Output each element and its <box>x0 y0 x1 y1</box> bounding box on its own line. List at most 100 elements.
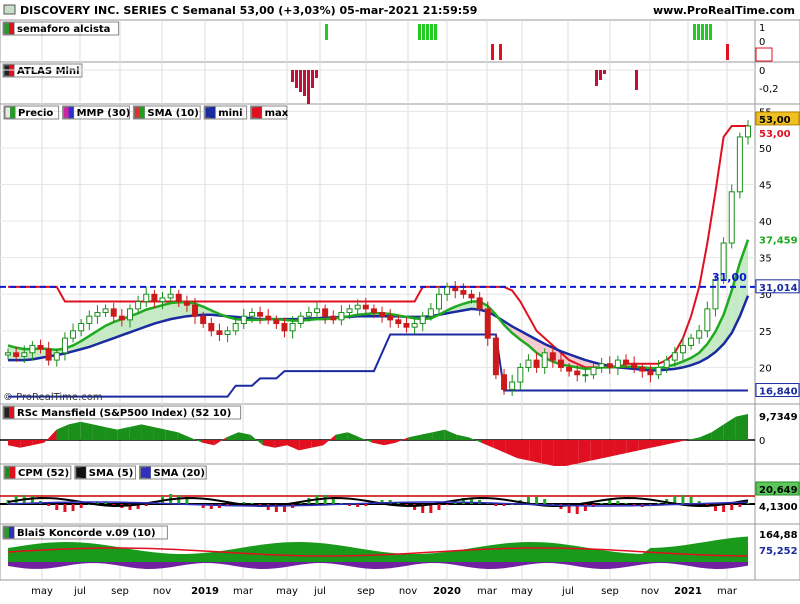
candle <box>354 304 361 310</box>
candle <box>427 308 434 317</box>
candle <box>240 315 247 325</box>
candle <box>476 297 483 310</box>
candle <box>484 308 491 339</box>
candle <box>110 308 117 317</box>
cpm-bar <box>63 504 67 512</box>
semaforo-bar-up <box>709 24 712 40</box>
atlas-bar <box>599 70 602 80</box>
candle <box>606 363 613 368</box>
x-tick-label: mar <box>233 586 254 597</box>
legend-rsc-swatch2 <box>9 407 14 418</box>
candle <box>248 312 255 317</box>
atlas-bar <box>291 70 294 82</box>
cpm-bar <box>494 504 498 506</box>
legend-price-4-swatch2 <box>256 107 262 118</box>
candle <box>45 348 52 361</box>
legend-koncorde-swatch2 <box>9 527 14 538</box>
semaforo-bar-up <box>693 24 696 40</box>
legend-price-0-swatch2 <box>10 107 15 118</box>
legend-cpm-2-label: SMA (20) <box>154 468 205 479</box>
candle <box>517 366 524 383</box>
candle <box>183 301 190 306</box>
candle <box>86 315 93 325</box>
rsc-area <box>80 421 93 440</box>
candle <box>403 323 410 328</box>
atlas-bar <box>303 70 306 96</box>
candle <box>501 374 508 390</box>
candle <box>5 352 11 356</box>
semaforo-bar-up <box>422 24 425 40</box>
candle <box>257 312 264 317</box>
legend-cpm-0-swatch2 <box>10 467 15 478</box>
x-tick-label: nov <box>641 586 659 597</box>
x-tick-label: mar <box>477 586 498 597</box>
badge-mini: 16,840 <box>759 387 798 398</box>
candle <box>305 312 312 317</box>
candle <box>745 125 751 138</box>
candle <box>590 366 597 376</box>
rsc-area <box>529 440 542 464</box>
rsc-area <box>92 424 106 440</box>
candle <box>78 323 85 332</box>
chart-title: DISCOVERY INC. SERIES C Semanal 53,00 (+… <box>20 4 477 17</box>
cpm-bar <box>535 497 539 504</box>
rsc-area <box>553 440 567 466</box>
candle <box>143 293 150 303</box>
badge-cpm-1: 20,649 <box>759 485 798 496</box>
rsc-area <box>602 440 615 459</box>
candle <box>192 304 199 317</box>
semaforo-bar-down <box>726 44 729 60</box>
atlas-bar <box>299 70 302 92</box>
semaforo-bar-down <box>499 44 502 60</box>
y-tick-label: 0 <box>759 37 765 48</box>
badge-sem-bg <box>755 47 773 62</box>
candle <box>175 293 182 303</box>
badge-rsc: 9,7349 <box>759 412 798 423</box>
candle <box>118 315 125 321</box>
candle <box>663 359 670 368</box>
window-icon[interactable] <box>3 4 16 15</box>
candle <box>297 315 304 325</box>
x-tick-label: may <box>511 586 533 597</box>
y-tick-label: 45 <box>759 180 772 191</box>
candle <box>200 315 207 325</box>
rsc-area <box>517 440 530 461</box>
candle <box>61 337 68 354</box>
legend-cpm-2-swatch2 <box>145 467 151 478</box>
semaforo-bar-up <box>697 24 700 40</box>
candle <box>265 315 272 321</box>
legend-semaforo: semaforo alcista <box>2 21 120 36</box>
candle <box>362 304 369 310</box>
x-tick-label: jul <box>561 586 574 597</box>
legend-price-0-label: Precio <box>18 108 53 119</box>
rsc-area <box>129 424 142 440</box>
y-tick-label: 35 <box>759 254 772 265</box>
badge-kon-1: 164,88 <box>759 530 798 541</box>
atlas-bar <box>315 70 318 78</box>
chart-canvas[interactable]: DISCOVERY INC. SERIES C Semanal 53,00 (+… <box>0 0 800 600</box>
x-tick-label: mar <box>717 586 738 597</box>
legend-cpm-1-label: SMA (5) <box>89 468 133 479</box>
candle <box>159 297 166 303</box>
y-tick-label: 25 <box>759 327 772 338</box>
candle <box>598 363 605 368</box>
cpm-bar <box>689 497 693 504</box>
rsc-area <box>541 440 554 466</box>
candle <box>623 359 630 365</box>
y-tick-label: 50 <box>759 144 772 155</box>
legend-cpm-0-label: CPM (52) <box>18 468 69 479</box>
candle <box>533 359 540 368</box>
legend-price-2-label: SMA (10) <box>147 108 198 119</box>
candle <box>631 363 638 368</box>
cpm-bar <box>583 504 587 511</box>
cpm-bar <box>47 504 51 506</box>
chart-window: DISCOVERY INC. SERIES C Semanal 53,00 (+… <box>0 0 800 600</box>
source-link[interactable]: www.ProRealTime.com <box>653 4 795 17</box>
legend-price-1-label: MMP (30) <box>77 108 131 119</box>
legend-rsc: RSc Mansfield (S&P500 Index) (52 10) <box>2 405 242 420</box>
semaforo-bar-up <box>418 24 421 40</box>
candle <box>338 312 345 321</box>
x-tick-label: nov <box>153 586 171 597</box>
rsc-area <box>68 421 81 440</box>
candle <box>70 330 77 339</box>
